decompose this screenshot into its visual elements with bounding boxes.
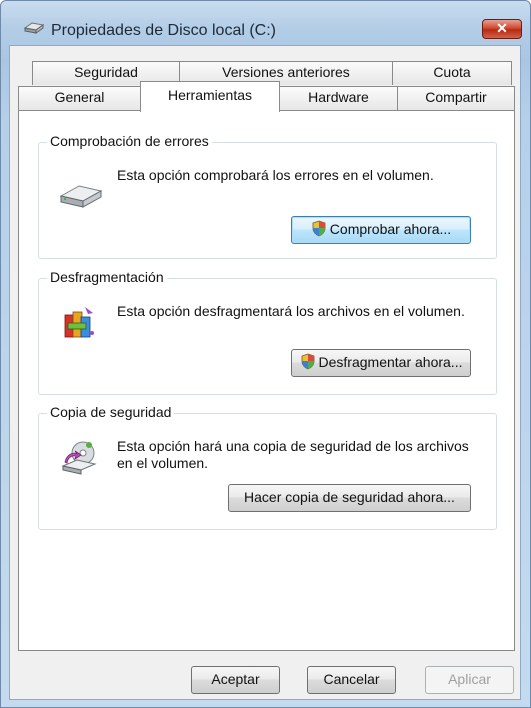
tab-label: Hardware (308, 89, 369, 105)
tab-compartir[interactable]: Compartir (397, 86, 515, 111)
tools-tab-panel: Comprobación de errores Esta opción comp… (18, 110, 515, 651)
button-label: Aceptar (211, 671, 260, 687)
backup-now-button[interactable]: Hacer copia de seguridad ahora... (228, 484, 471, 512)
shield-icon (312, 220, 326, 237)
button-label: Cancelar (323, 671, 380, 687)
group-description: Esta opción hará una copia de seguridad … (117, 438, 469, 471)
tab-label: Seguridad (74, 64, 138, 80)
tab-general[interactable]: General (18, 86, 141, 111)
tab-label: Versiones anteriores (222, 64, 350, 80)
button-label: Aplicar (448, 671, 491, 687)
accept-button[interactable]: Aceptar (191, 666, 280, 694)
button-label: Hacer copia de seguridad ahora... (244, 489, 455, 505)
check-now-button[interactable]: Comprobar ahora... (291, 216, 471, 244)
shield-icon (301, 353, 314, 370)
defrag-icon (64, 307, 94, 338)
group-title: Comprobación de errores (47, 133, 212, 149)
tab-cuota[interactable]: Cuota (392, 61, 512, 85)
tab-herramientas[interactable]: Herramientas (140, 81, 280, 112)
hard-drive-icon (59, 185, 103, 208)
tab-label: Compartir (425, 89, 487, 105)
group-description: Esta opción desfragmentará los archivos … (117, 303, 465, 319)
drive-icon (23, 22, 45, 34)
button-label: Comprobar ahora... (329, 221, 452, 237)
defragment-now-button[interactable]: Desfragmentar ahora... (291, 349, 471, 377)
tab-label: General (54, 89, 105, 105)
tab-label: Herramientas (167, 87, 253, 103)
cancel-button[interactable]: Cancelar (307, 666, 396, 694)
title-bar[interactable]: Propiedades de Disco local (C:) ✕ (1, 1, 530, 45)
backup-group: Copia de seguridad Esta opción hará una … (38, 404, 497, 530)
error-checking-group: Comprobación de errores Esta opción comp… (38, 133, 497, 259)
tab-hardware[interactable]: Hardware (279, 86, 398, 111)
defragmentation-group: Desfragmentación Esta opción desfragment… (38, 269, 497, 395)
close-button[interactable]: ✕ (482, 19, 522, 39)
backup-icon (61, 441, 97, 475)
window-title: Propiedades de Disco local (C:) (51, 22, 276, 39)
group-title: Desfragmentación (47, 269, 167, 285)
button-label: Desfragmentar ahora... (318, 354, 463, 370)
group-title: Copia de seguridad (47, 404, 175, 420)
properties-window: Propiedades de Disco local (C:) ✕ Seguri… (0, 0, 531, 708)
apply-button[interactable]: Aplicar (425, 666, 514, 694)
tab-label: Cuota (433, 64, 471, 80)
close-icon: ✕ (496, 20, 508, 36)
group-description: Esta opción comprobará los errores en el… (117, 167, 434, 183)
